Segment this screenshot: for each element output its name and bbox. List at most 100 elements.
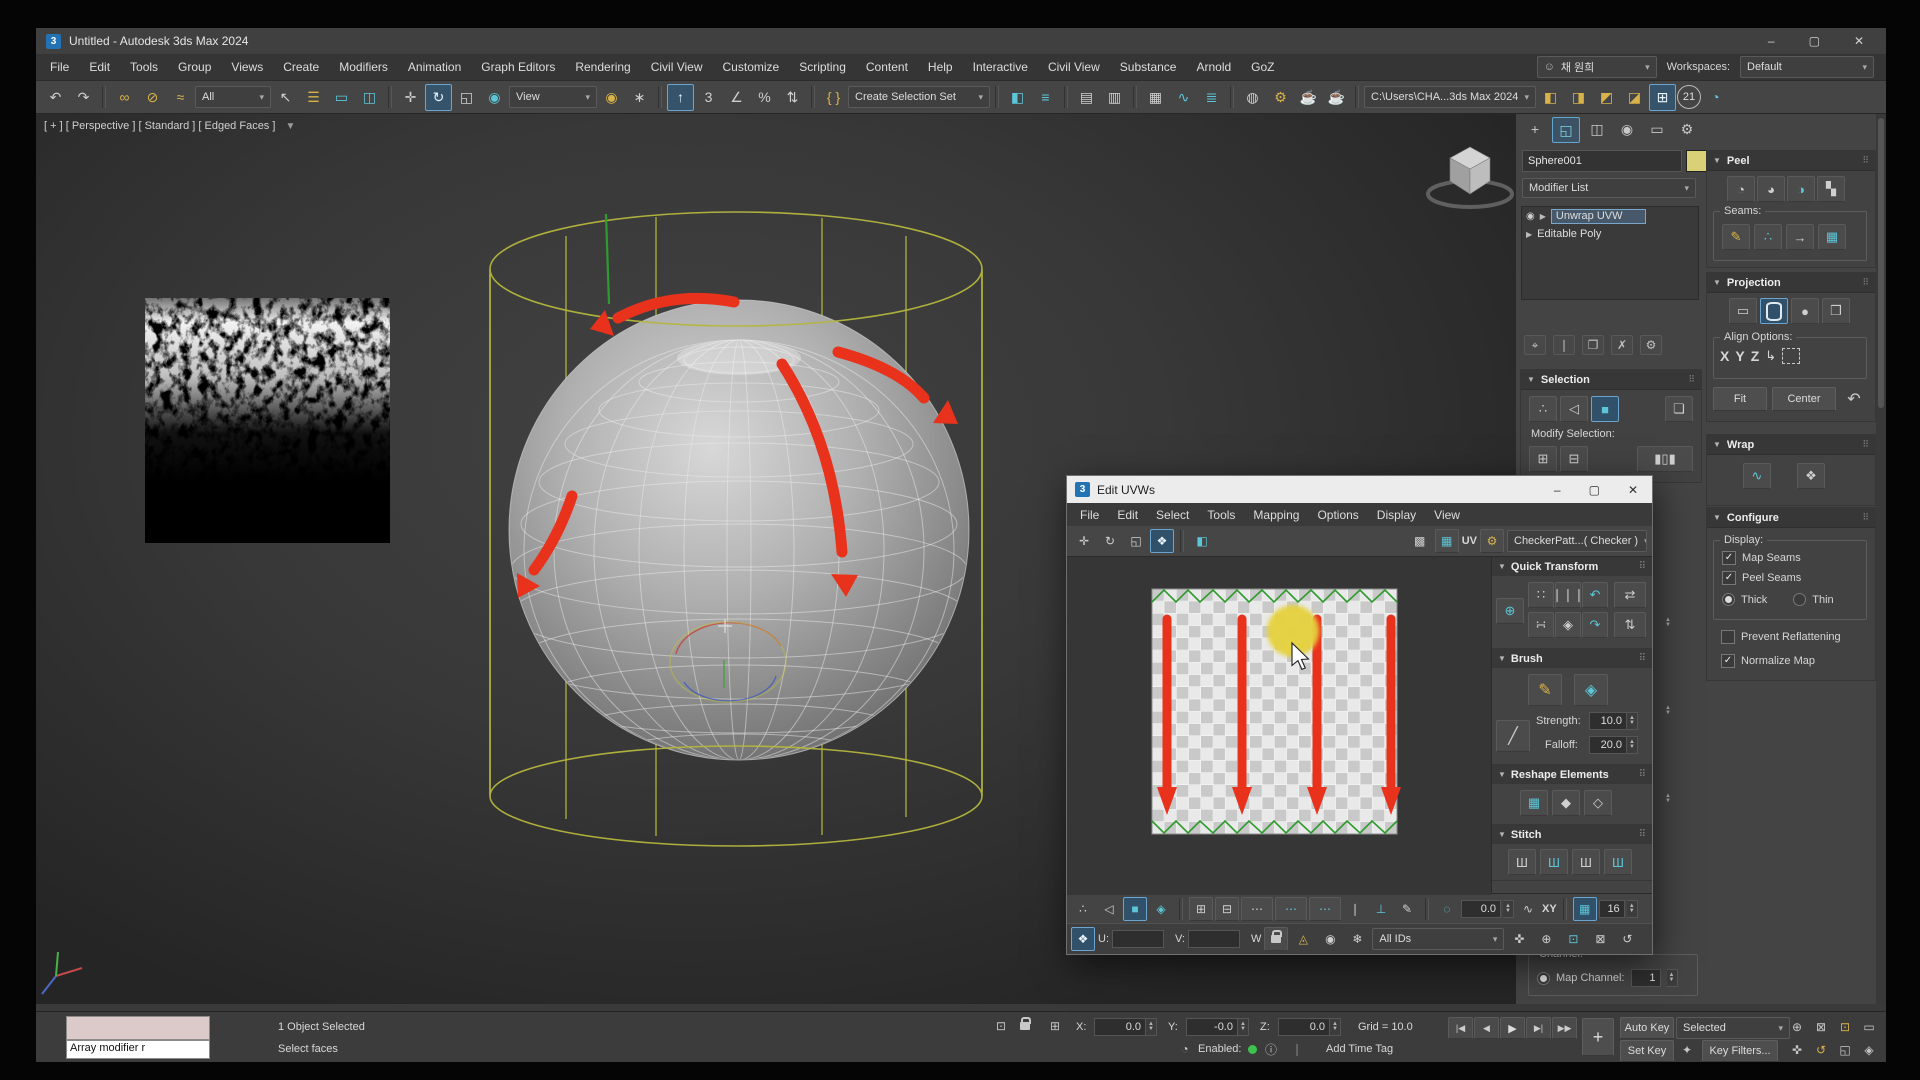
y-spinner[interactable] [1238, 1018, 1249, 1036]
falloff-curve-icon[interactable]: ╱ [1496, 720, 1530, 752]
uv-editor-canvas[interactable] [1067, 557, 1491, 893]
menu-item[interactable]: Graph Editors [471, 60, 565, 74]
uv-ring-icon[interactable]: ⋯ [1309, 897, 1341, 921]
isolate-selection-icon[interactable]: ⊡ [990, 1016, 1012, 1036]
select-and-rotate-button[interactable]: ↻ [425, 84, 452, 111]
zoom-region-icon[interactable]: ▭ [1858, 1017, 1880, 1037]
use-pivot-point-button[interactable]: ◉ [598, 84, 625, 111]
uv-shrink-selection-icon[interactable]: ⊟ [1215, 897, 1239, 921]
menu-item[interactable]: Group [168, 60, 221, 74]
time-clock-icon[interactable]: ◔ [1174, 1039, 1196, 1059]
space-vertical-icon[interactable]: ❘❘❘ [1555, 582, 1581, 608]
uvw-menu-item[interactable]: Mapping [1244, 508, 1308, 522]
add-keyframe-plus-button[interactable]: + [1582, 1018, 1614, 1056]
configure-rollout-header[interactable]: ▼ Configure ⠿ [1707, 508, 1875, 528]
peel-rollout-header[interactable]: ▼ Peel ⠿ [1707, 151, 1875, 171]
align-left-right-icon[interactable]: ⇄ [1614, 582, 1646, 608]
straighten-selection-icon[interactable]: ▦ [1520, 790, 1548, 816]
uv-zoom-region-icon[interactable]: ⊡ [1561, 927, 1585, 951]
key-mode-dropdown[interactable]: Selected [1676, 1017, 1790, 1039]
dope-sheet-button[interactable]: ≣ [1198, 84, 1225, 111]
save-scene-indicator[interactable]: ⊞ [1649, 84, 1676, 111]
menu-item[interactable]: Scripting [789, 60, 856, 74]
menu-item[interactable]: Civil View [641, 60, 713, 74]
open-scene-button[interactable]: ◨ [1565, 84, 1592, 111]
import-scene-button[interactable]: ◩ [1593, 84, 1620, 111]
menu-item[interactable]: Views [221, 60, 273, 74]
uv-edge-column-grow-icon[interactable]: ⊥ [1369, 897, 1393, 921]
curve-editor-button[interactable]: ∿ [1170, 84, 1197, 111]
stitch-to-target-icon[interactable]: Ш [1540, 849, 1568, 875]
remove-modifier-icon[interactable]: ✗ [1611, 335, 1633, 355]
falloff-space-xy-button[interactable]: XY [1542, 903, 1557, 915]
modifier-list-dropdown[interactable]: Modifier List [1522, 178, 1696, 198]
object-color-swatch[interactable] [1686, 150, 1708, 172]
vertex-mode-icon[interactable]: ∴ [1529, 396, 1557, 422]
uv-element-mode-icon[interactable]: ◈ [1149, 897, 1173, 921]
map-channel-radio[interactable] [1537, 972, 1550, 985]
stack-row-editable-poly[interactable]: ▶ Editable Poly [1522, 225, 1698, 243]
reference-coordinate-dropdown[interactable]: View [509, 86, 597, 108]
checker-tiling-icon[interactable]: ▦ [1435, 529, 1459, 553]
scene-explorer-button[interactable]: ▥ [1101, 84, 1128, 111]
material-editor-button[interactable]: ◍ [1239, 84, 1266, 111]
pattern-dropdown[interactable]: CheckerPatt...( Checker ) [1507, 530, 1647, 552]
v-field[interactable] [1188, 930, 1240, 948]
thick-radio[interactable] [1722, 593, 1735, 606]
falloff-spinner[interactable] [1627, 736, 1638, 754]
soft-selection-spinner[interactable] [1503, 900, 1514, 918]
convert-to-seams-icon[interactable]: → [1786, 224, 1814, 250]
menu-item[interactable]: Arnold [1186, 60, 1241, 74]
uv-zoom-to-gizmo-icon[interactable]: ↺ [1615, 927, 1639, 951]
tab-motion[interactable]: ◉ [1614, 117, 1640, 141]
spline-mapping-icon[interactable]: ∿ [1743, 463, 1771, 489]
menu-item[interactable]: File [40, 60, 79, 74]
uvw-move-icon[interactable]: ✛ [1072, 529, 1096, 553]
fit-button[interactable]: Fit [1713, 387, 1767, 411]
command-panel-scrollbar[interactable] [1876, 114, 1886, 1004]
make-unique-icon[interactable]: ❐ [1582, 335, 1604, 355]
absolute-mode-icon[interactable]: ⊞ [1044, 1016, 1066, 1036]
selection-lock-icon[interactable] [1014, 1016, 1036, 1036]
keyboard-shortcut-override-toggle[interactable]: ↑ [667, 84, 694, 111]
projection-rollout-header[interactable]: ▼ Projection ⠿ [1707, 273, 1875, 293]
visibility-eye-icon[interactable]: ◉ [1526, 211, 1535, 222]
set-key-button[interactable]: Set Key [1620, 1040, 1674, 1062]
select-and-manipulate-button[interactable]: ∗ [626, 84, 653, 111]
tab-hierarchy[interactable]: ◫ [1584, 117, 1610, 141]
key-filter-icon[interactable]: ✦ [1676, 1040, 1698, 1060]
select-element-icon[interactable]: ❏ [1665, 396, 1693, 422]
rotate-cw-icon[interactable]: ↷ [1582, 612, 1608, 638]
move-brush-icon[interactable]: ✎ [1528, 674, 1562, 706]
uv-vertex-mode-icon[interactable]: ∴ [1071, 897, 1095, 921]
menu-item[interactable]: Edit [79, 60, 120, 74]
zoom-all-icon[interactable]: ⊠ [1810, 1017, 1832, 1037]
shrink-selection-icon[interactable]: ⊟ [1560, 446, 1588, 472]
uv-grow-selection-icon[interactable]: ⊞ [1189, 897, 1213, 921]
uvw-menu-item[interactable]: Select [1147, 508, 1198, 522]
stack-item-unwrap-uvw[interactable]: Unwrap UVW [1551, 209, 1646, 224]
spinner-snap-toggle[interactable]: ⇅ [779, 84, 806, 111]
uvw-menu-item[interactable]: View [1425, 508, 1469, 522]
material-id-filter-dropdown[interactable]: All IDs [1372, 928, 1504, 950]
select-and-place-button[interactable]: ◉ [481, 84, 508, 111]
loop-ring-selection-icon[interactable]: ▮▯▮ [1637, 446, 1693, 472]
previous-frame-button[interactable]: ◀ [1474, 1017, 1499, 1039]
quick-peel-icon[interactable]: ◔ [1727, 176, 1755, 202]
tab-display[interactable]: ▭ [1644, 117, 1670, 141]
peel-reset-icon[interactable]: ◑ [1787, 176, 1815, 202]
selection-rollout-header[interactable]: ▼ Selection ⠿ [1521, 370, 1701, 390]
uvw-scale-icon[interactable]: ◱ [1124, 529, 1148, 553]
window-crossing-toggle[interactable]: ◫ [356, 84, 383, 111]
qt-pivot-icon[interactable]: ⊕ [1496, 598, 1524, 624]
u-field[interactable] [1112, 930, 1164, 948]
tab-utilities[interactable]: ⚙ [1674, 117, 1700, 141]
uv-zoom-icon[interactable]: ⊕ [1534, 927, 1558, 951]
stitch-header[interactable]: ▼ Stitch ⠿ [1492, 825, 1652, 844]
falloff-curve-type-icon[interactable]: ∿ [1516, 897, 1540, 921]
uvw-close-icon[interactable]: ✕ [1628, 483, 1638, 497]
uv-edge-column-icon[interactable]: ❘ [1343, 897, 1367, 921]
rectangular-selection-region-button[interactable]: ▭ [328, 84, 355, 111]
close-icon[interactable]: ✕ [1854, 34, 1864, 48]
relax-brush-icon[interactable]: ◈ [1574, 674, 1608, 706]
